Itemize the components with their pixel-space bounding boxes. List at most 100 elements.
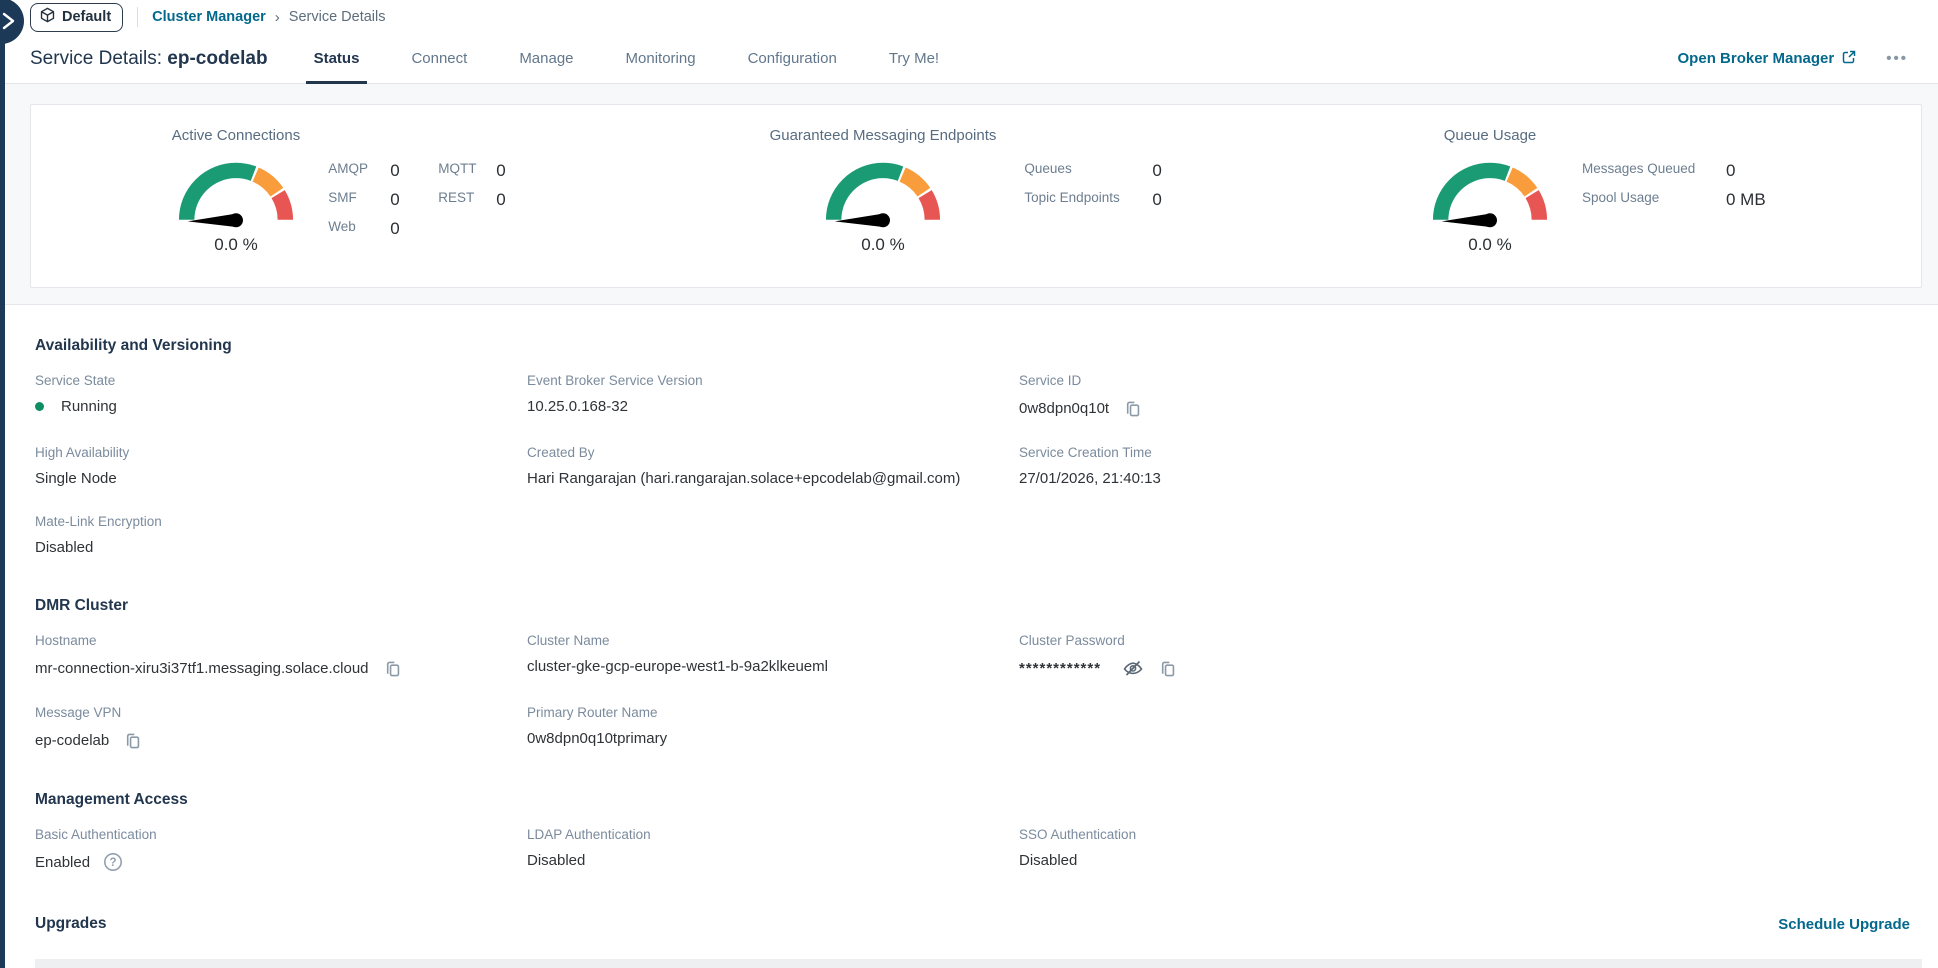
field-label: Service ID [1019, 373, 1910, 388]
field-ldap-auth: LDAP Authentication Disabled [527, 827, 1019, 872]
topbar-divider [137, 7, 138, 27]
header-actions: Open Broker Manager ••• [1678, 50, 1938, 68]
stat-label: REST [438, 190, 486, 210]
active-connections-title: Active Connections [172, 127, 300, 144]
guaranteed-endpoints-title: Guaranteed Messaging Endpoints [770, 127, 997, 144]
environment-badge-label: Default [62, 9, 111, 25]
field-primary-router: Primary Router Name 0w8dpn0q10tprimary [527, 705, 1019, 750]
external-link-icon [1842, 50, 1856, 68]
help-question-icon[interactable]: ? [103, 852, 123, 872]
service-name: ep-codelab [167, 48, 267, 69]
open-broker-manager-label: Open Broker Manager [1678, 50, 1835, 67]
stat-label: Messages Queued [1582, 161, 1716, 181]
breadcrumb: Cluster Manager › Service Details [152, 9, 385, 26]
queue-usage-title: Queue Usage [1426, 127, 1554, 144]
collapsed-sidebar-rail [0, 0, 5, 968]
field-label: SSO Authentication [1019, 827, 1910, 842]
page-title-prefix: Service Details: [30, 48, 162, 69]
tab-manage[interactable]: Manage [517, 34, 575, 83]
queue-usage-percent: 0.0 % [1426, 235, 1554, 255]
field-value: 27/01/2026, 21:40:13 [1019, 470, 1161, 487]
gauges-band: Active Connections 0.0 % AMQP [5, 84, 1938, 305]
open-broker-manager-link[interactable]: Open Broker Manager [1678, 50, 1857, 68]
guaranteed-endpoints-stats: Queues 0 Topic Endpoints 0 [1024, 161, 1182, 287]
upgrades-heading: Upgrades [35, 915, 107, 933]
active-connections-percent: 0.0 % [172, 235, 300, 255]
field-value: Disabled [35, 539, 93, 556]
cube-icon [40, 7, 55, 27]
tab-connect[interactable]: Connect [409, 34, 469, 83]
field-service-id: Service ID 0w8dpn0q10t [1019, 373, 1910, 418]
field-high-availability: High Availability Single Node [35, 445, 527, 487]
field-sso-auth: SSO Authentication Disabled [1019, 827, 1910, 872]
queue-usage-stats: Messages Queued 0 Spool Usage 0 MB [1582, 161, 1786, 287]
field-basic-auth: Basic Authentication Enabled ? [35, 827, 527, 872]
field-value: Single Node [35, 470, 117, 487]
stat-value: 0 [390, 190, 428, 210]
copy-icon[interactable] [1122, 398, 1141, 418]
upgrades-section: Upgrades Schedule Upgrade [5, 899, 1938, 933]
active-connections-stats: AMQP 0 MQTT 0 SMF 0 REST 0 Web 0 [328, 161, 520, 287]
stat-label: SMF [328, 190, 380, 210]
field-label: Message VPN [35, 705, 527, 720]
guaranteed-endpoints-gauge [770, 154, 997, 233]
stat-label: Spool Usage [1582, 190, 1716, 210]
dmr-cluster-heading: DMR Cluster [35, 597, 1910, 615]
field-hostname: Hostname mr-connection-xiru3i37tf1.messa… [35, 633, 527, 678]
field-label: Hostname [35, 633, 527, 648]
svg-text:?: ? [110, 857, 117, 869]
stat-label: Web [328, 219, 380, 239]
breadcrumb-current: Service Details [289, 9, 386, 25]
breadcrumb-separator-icon: › [275, 9, 280, 26]
queue-usage-gauge [1426, 154, 1554, 233]
field-label: Event Broker Service Version [527, 373, 1019, 388]
field-value: Disabled [1019, 852, 1077, 869]
field-value: mr-connection-xiru3i37tf1.messaging.sola… [35, 660, 369, 677]
guaranteed-endpoints-group: Guaranteed Messaging Endpoints 0.0 % Qu [661, 127, 1291, 287]
tab-try-me[interactable]: Try Me! [887, 34, 941, 83]
tab-monitoring[interactable]: Monitoring [624, 34, 698, 83]
detail-sections: Availability and Versioning Service Stat… [5, 305, 1938, 899]
breadcrumb-cluster-manager[interactable]: Cluster Manager [152, 9, 266, 25]
status-badge: Running [61, 398, 117, 415]
stat-label: Topic Endpoints [1024, 190, 1142, 210]
field-label: Basic Authentication [35, 827, 527, 842]
field-message-vpn: Message VPN ep-codelab [35, 705, 527, 750]
more-options-button[interactable]: ••• [1886, 50, 1908, 67]
stat-label: Queues [1024, 161, 1142, 181]
field-cluster-name: Cluster Name cluster-gke-gcp-europe-west… [527, 633, 1019, 678]
field-value: Disabled [527, 852, 585, 869]
tab-configuration[interactable]: Configuration [746, 34, 839, 83]
field-mate-link-encryption: Mate-Link Encryption Disabled [35, 514, 527, 556]
stat-value: 0 [1152, 190, 1182, 210]
field-value: Hari Rangarajan (hari.rangarajan.solace+… [527, 470, 960, 487]
stat-value: 0 [1152, 161, 1182, 181]
copy-icon[interactable] [1157, 658, 1176, 678]
field-label: Mate-Link Encryption [35, 514, 527, 529]
field-broker-version: Event Broker Service Version 10.25.0.168… [527, 373, 1019, 418]
environment-selector[interactable]: Default [30, 3, 123, 32]
main-content: Default Cluster Manager › Service Detail… [5, 0, 1938, 968]
management-access-heading: Management Access [35, 791, 1910, 809]
top-bar: Default Cluster Manager › Service Detail… [5, 0, 1938, 34]
copy-icon[interactable] [382, 658, 401, 678]
toggle-password-visibility-icon[interactable] [1122, 658, 1144, 678]
field-creation-time: Service Creation Time 27/01/2026, 21:40:… [1019, 445, 1910, 487]
field-label: Service State [35, 373, 527, 388]
tab-status[interactable]: Status [312, 34, 362, 83]
schedule-upgrade-link[interactable]: Schedule Upgrade [1778, 916, 1910, 933]
field-cluster-password: Cluster Password ************ [1019, 633, 1910, 678]
field-label: Primary Router Name [527, 705, 1019, 720]
field-value: Enabled [35, 854, 90, 871]
page-title: Service Details: ep-codelab [30, 48, 268, 70]
field-value: 0w8dpn0q10t [1019, 400, 1109, 417]
page-header: Service Details: ep-codelab Status Conne… [5, 34, 1938, 84]
field-service-state: Service State Running [35, 373, 527, 418]
truncated-table-header [35, 959, 1922, 968]
field-label: Created By [527, 445, 1019, 460]
field-label: Service Creation Time [1019, 445, 1910, 460]
tab-bar: Status Connect Manage Monitoring Configu… [312, 34, 942, 83]
active-connections-gauge [172, 154, 300, 233]
copy-icon[interactable] [122, 730, 141, 750]
field-label: Cluster Password [1019, 633, 1910, 648]
